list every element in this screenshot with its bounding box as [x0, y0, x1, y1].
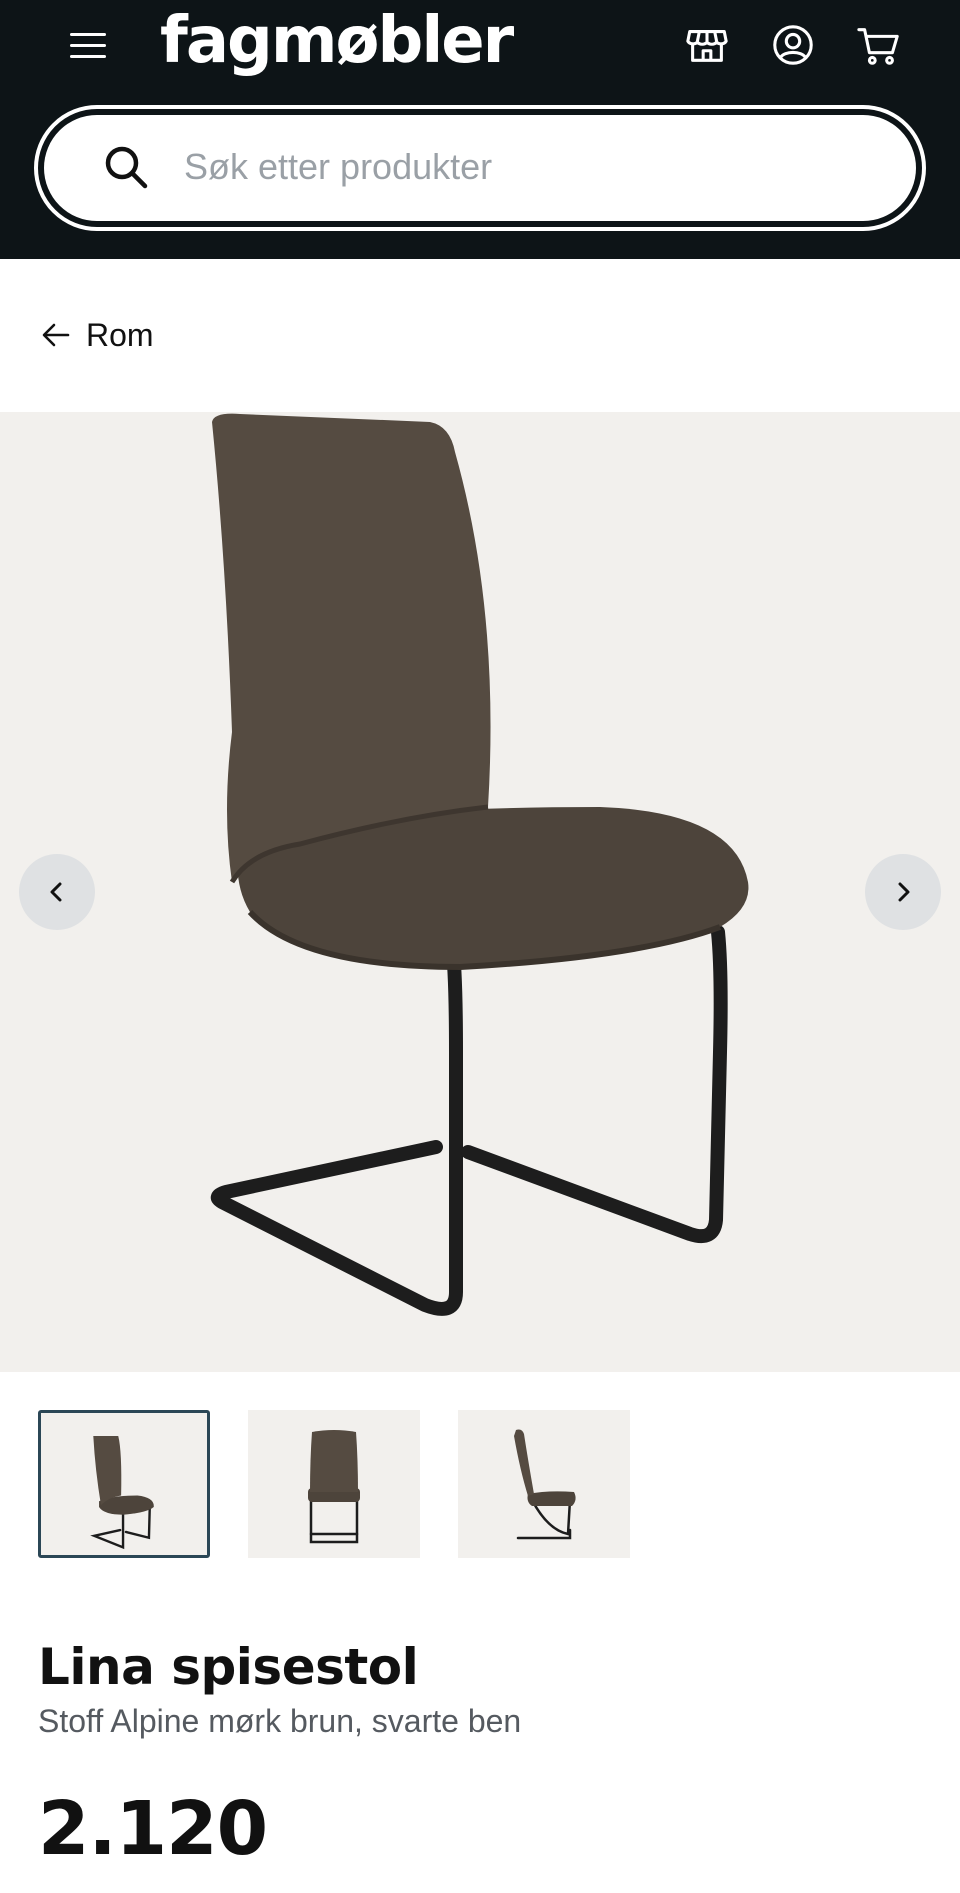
search-bar[interactable] — [34, 105, 926, 231]
site-header: fagmøbler — [0, 0, 960, 259]
chevron-right-icon — [898, 882, 910, 902]
gallery-prev-button[interactable] — [19, 854, 95, 930]
menu-button[interactable] — [70, 25, 110, 65]
thumbnail-1[interactable] — [38, 1410, 210, 1558]
site-logo[interactable]: fagmøbler — [160, 2, 514, 80]
product-price: 2.120 — [38, 1786, 268, 1872]
menu-icon-bar — [70, 32, 106, 36]
thumbnail-image — [308, 1430, 360, 1544]
product-variant: Stoff Alpine mørk brun, svarte ben — [38, 1703, 522, 1739]
back-link-label: Rom — [86, 316, 154, 353]
search-icon — [105, 146, 148, 189]
menu-icon-bar — [70, 54, 106, 58]
chevron-left-icon — [50, 882, 62, 902]
thumbnail-3[interactable] — [458, 1410, 630, 1558]
product-title: Lina spisestol — [38, 1638, 419, 1696]
store-icon[interactable] — [684, 22, 730, 68]
account-icon[interactable] — [770, 22, 816, 68]
thumbnail-image — [90, 1436, 154, 1550]
product-image — [210, 413, 749, 1316]
menu-icon-bar — [70, 43, 106, 47]
search-box[interactable] — [44, 115, 916, 221]
gallery-next-button[interactable] — [865, 854, 941, 930]
arrow-left-icon — [42, 323, 70, 347]
thumbnail-image — [514, 1429, 576, 1540]
cart-icon[interactable] — [856, 22, 902, 68]
search-input[interactable] — [184, 129, 884, 205]
back-link[interactable]: Rom — [40, 310, 154, 360]
thumbnail-2[interactable] — [248, 1410, 420, 1558]
product-image-gallery[interactable] — [0, 412, 960, 1372]
